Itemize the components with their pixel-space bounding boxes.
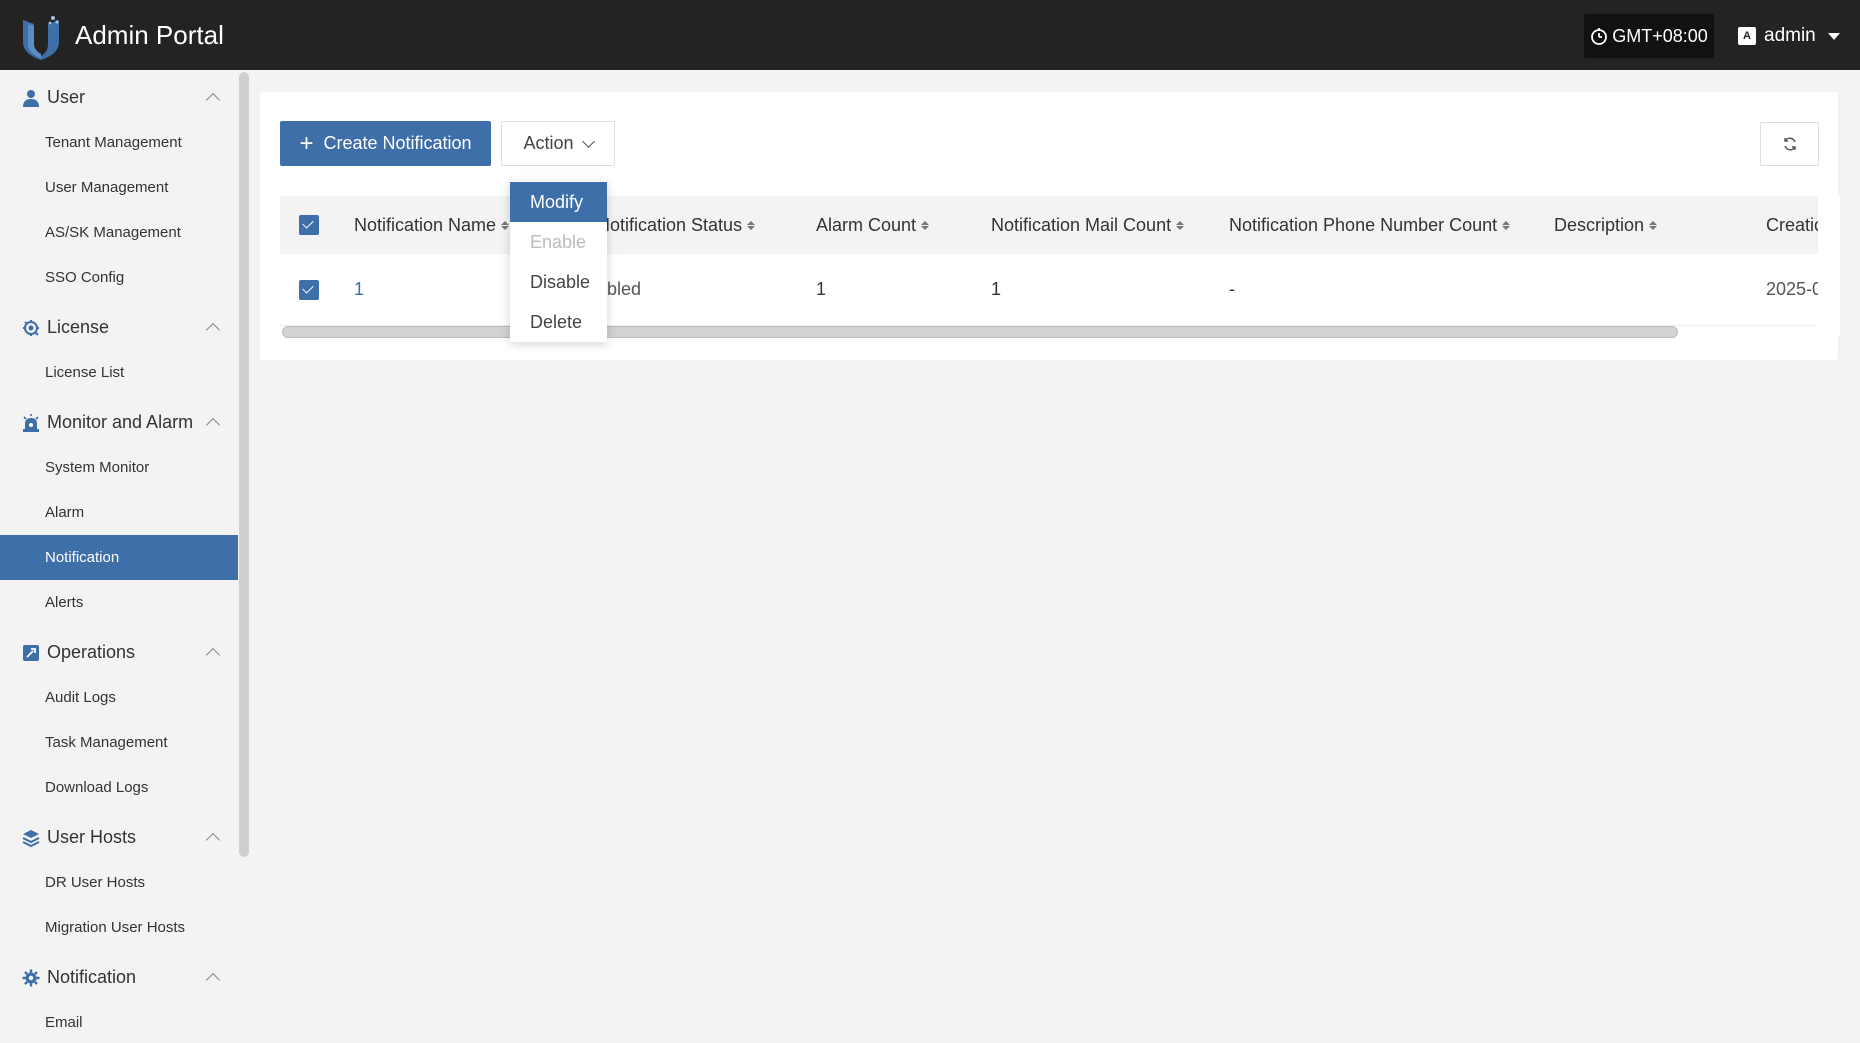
sort-icon [921,220,930,230]
menu-item-delete[interactable]: Delete [510,302,607,342]
column-header-label: Notification Name [354,214,497,235]
sidebar-item-sso-config[interactable]: SSO Config [0,255,238,300]
column-header-description[interactable]: Description [1554,196,1658,254]
sidebar-item-migration-user-hosts[interactable]: Migration User Hosts [0,905,238,950]
sort-icon [1176,220,1185,230]
sidebar-group-label: Notification [47,967,137,987]
chevron-up-icon [205,647,221,663]
shield-logo-icon [23,16,59,60]
sidebar-item-audit-logs[interactable]: Audit Logs [0,675,238,720]
action-dropdown-menu: Modify Enable Disable Delete [510,181,607,342]
sidebar-group-label: Monitor and Alarm [47,412,194,432]
column-header-label: Notification Phone Number Count [1229,214,1498,235]
chevron-up-icon [205,322,221,338]
chevron-down-icon [581,135,595,148]
action-dropdown-button[interactable]: Action [501,121,615,166]
column-header-name[interactable]: Notification Name [354,196,510,254]
sidebar-item-assk-management[interactable]: AS/SK Management [0,210,238,255]
sidebar-group-notification[interactable]: Notification [0,955,238,1000]
clock-icon [1591,28,1608,45]
username: admin [1764,25,1816,46]
chevron-up-icon [205,832,221,848]
sidebar-scrollbar[interactable] [239,72,249,857]
sidebar-group-label: User [47,87,86,107]
sidebar-group-user-hosts[interactable]: User Hosts [0,815,238,860]
column-header-phone-count[interactable]: Notification Phone Number Count [1229,196,1511,254]
sidebar-item-notification[interactable]: Notification [0,535,238,580]
menu-item-enable: Enable [530,231,587,252]
sidebar-item-email[interactable]: Email [0,1000,238,1043]
sort-icon [1649,220,1658,230]
column-header-label: Notification Mail Count [991,214,1172,235]
menu-item-modify[interactable]: Modify [510,182,607,222]
sidebar-group-label: User Hosts [47,827,137,847]
sidebar-item-tenant-management[interactable]: Tenant Management [0,120,238,165]
column-header-status[interactable]: Notification Status [597,196,756,254]
sort-icon [1502,220,1511,230]
sidebar-item-dr-user-hosts[interactable]: DR User Hosts [0,860,238,905]
sidebar-group-license[interactable]: License [0,305,238,350]
create-notification-button[interactable]: + Create Notification [280,121,491,166]
license-icon [23,319,39,336]
sort-icon [747,220,756,230]
action-label: Action [523,133,574,153]
create-notification-label: Create Notification [323,133,472,153]
table-horizontal-scrollbar[interactable] [282,326,1678,338]
column-header-creation[interactable]: Creatic [1766,196,1823,254]
language-icon[interactable]: A [1738,27,1756,45]
gear-icon [22,969,40,986]
sort-icon [501,220,510,230]
sidebar-item-alarm[interactable]: Alarm [0,490,238,535]
phone-count: - [1229,279,1235,299]
layers-icon [22,829,40,847]
sidebar-item-license-list[interactable]: License List [0,350,238,395]
notification-name-link[interactable]: 1 [354,254,364,325]
sidebar-group-monitor-alarm[interactable]: Monitor and Alarm [0,400,238,445]
column-header-label: Description [1554,214,1645,235]
sidebar-item-task-management[interactable]: Task Management [0,720,238,765]
menu-item-disable[interactable]: Disable [510,262,607,302]
chevron-up-icon [205,92,221,108]
sidebar-group-label: License [47,317,110,337]
column-header-label: Creatic [1766,214,1824,235]
chevron-up-icon [205,417,221,433]
caret-down-icon [1827,32,1840,40]
column-header-alarm-count[interactable]: Alarm Count [816,196,930,254]
user-menu[interactable]: A admin [1738,20,1840,52]
sidebar-item-system-monitor[interactable]: System Monitor [0,445,238,490]
user-icon [23,89,39,107]
top-header: Admin Portal GMT+08:00 A admin [0,0,1860,70]
column-header-label: Notification Status [597,214,743,235]
sidebar-group-operations[interactable]: Operations [0,630,238,675]
sidebar: User Tenant Management User Management A… [0,70,238,1043]
sidebar-group-label: Operations [47,642,136,662]
select-all-checkbox[interactable] [299,215,319,235]
refresh-button[interactable] [1760,122,1819,166]
creation-time: 2025-0 [1766,279,1823,299]
alarm-icon [23,413,39,432]
sidebar-item-alerts[interactable]: Alerts [0,580,238,625]
app-title: Admin Portal [75,20,224,50]
refresh-icon [1783,137,1796,151]
sidebar-group-user[interactable]: User [0,75,238,120]
row-checkbox[interactable] [299,280,319,300]
plus-icon: + [299,129,314,157]
sidebar-item-user-management[interactable]: User Management [0,165,238,210]
timezone-selector[interactable]: GMT+08:00 [1584,14,1714,58]
table-clip-edge [1818,196,1840,336]
chevron-up-icon [205,972,221,988]
mail-count: 1 [991,279,1002,299]
alarm-count: 1 [816,279,827,299]
column-header-mail-count[interactable]: Notification Mail Count [991,196,1185,254]
sidebar-item-download-logs[interactable]: Download Logs [0,765,238,810]
column-header-label: Alarm Count [816,214,917,235]
timezone-label: GMT+08:00 [1612,25,1708,46]
operations-icon [23,644,39,661]
